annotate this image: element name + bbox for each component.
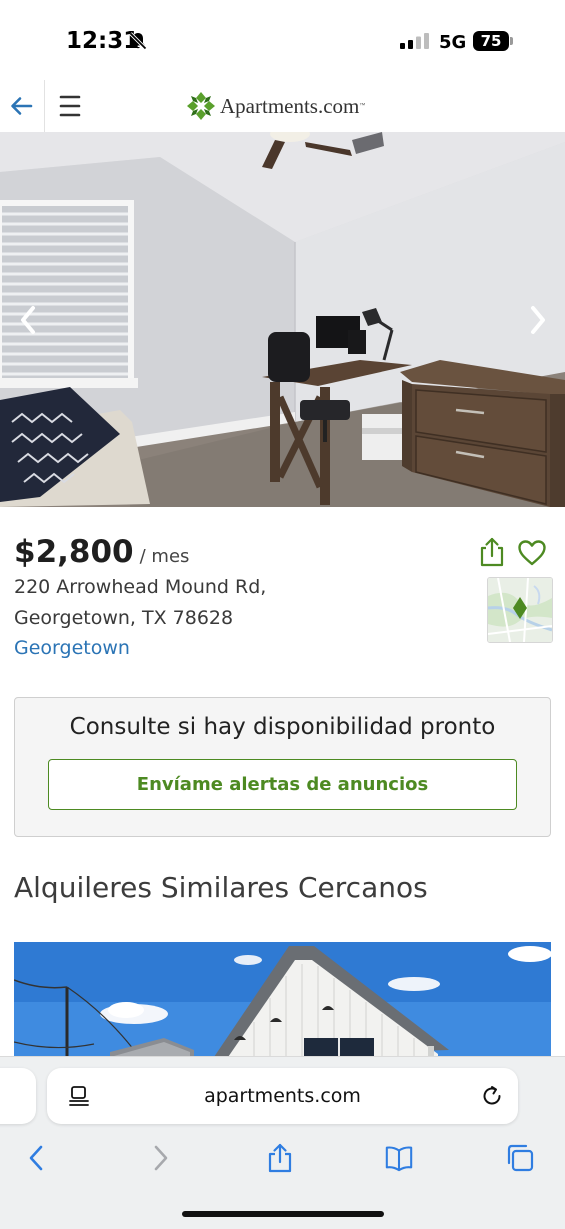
photo-prev-icon[interactable] — [14, 302, 42, 338]
price-unit: / mes — [139, 546, 190, 567]
availability-card: Consulte si hay disponibilidad pronto En… — [14, 697, 551, 837]
map-thumbnail[interactable] — [487, 577, 553, 643]
back-arrow-icon[interactable] — [8, 92, 36, 120]
previous-tab-peek[interactable] — [0, 1068, 36, 1124]
share-sheet-icon[interactable] — [265, 1143, 295, 1173]
status-bar: 12:31 5G 75 — [0, 0, 565, 80]
price-row: $2,800/ mes — [14, 534, 189, 570]
site-header: Apartments.com ™ — [0, 80, 565, 133]
reload-icon[interactable] — [480, 1084, 504, 1108]
logo-trademark: ™ — [359, 103, 366, 109]
listing-photo[interactable] — [0, 132, 565, 507]
chevron-left-icon[interactable] — [22, 1143, 52, 1173]
url-text[interactable]: apartments.com — [47, 1068, 518, 1124]
chevron-right-icon[interactable] — [145, 1143, 175, 1173]
share-icon[interactable] — [479, 537, 505, 567]
browser-toolbar: apartments.com — [0, 1056, 565, 1229]
signal-icon — [400, 33, 429, 49]
address-line-1: 220 Arrowhead Mound Rd, — [14, 576, 267, 598]
bell-slash-icon — [129, 32, 147, 50]
photo-next-icon[interactable] — [524, 302, 552, 338]
logo-mark-icon — [187, 92, 215, 120]
heart-icon[interactable] — [517, 539, 547, 567]
listing-alerts-button[interactable]: Envíame alertas de anuncios — [48, 759, 517, 810]
room-photo — [0, 132, 565, 507]
menu-icon[interactable] — [58, 93, 82, 119]
header-divider — [44, 80, 45, 132]
map-pin-icon — [513, 597, 527, 619]
bookmarks-icon[interactable] — [384, 1143, 414, 1173]
address-bar[interactable]: apartments.com — [47, 1068, 518, 1124]
tabs-icon[interactable] — [505, 1143, 535, 1173]
logo-text: Apartments.com — [220, 93, 360, 118]
battery-tip — [510, 37, 513, 45]
apartments-logo[interactable]: Apartments.com ™ — [186, 90, 365, 122]
battery-indicator: 75 — [473, 31, 509, 51]
similar-rentals-heading: Alquileres Similares Cercanos — [14, 871, 428, 904]
availability-title: Consulte si hay disponibilidad pronto — [69, 714, 496, 740]
network-label: 5G — [439, 32, 467, 53]
neighborhood-link[interactable]: Georgetown — [14, 637, 130, 659]
listing-price: $2,800 — [14, 534, 134, 570]
address-line-2: Georgetown, TX 78628 — [14, 607, 234, 629]
home-indicator — [182, 1211, 384, 1217]
